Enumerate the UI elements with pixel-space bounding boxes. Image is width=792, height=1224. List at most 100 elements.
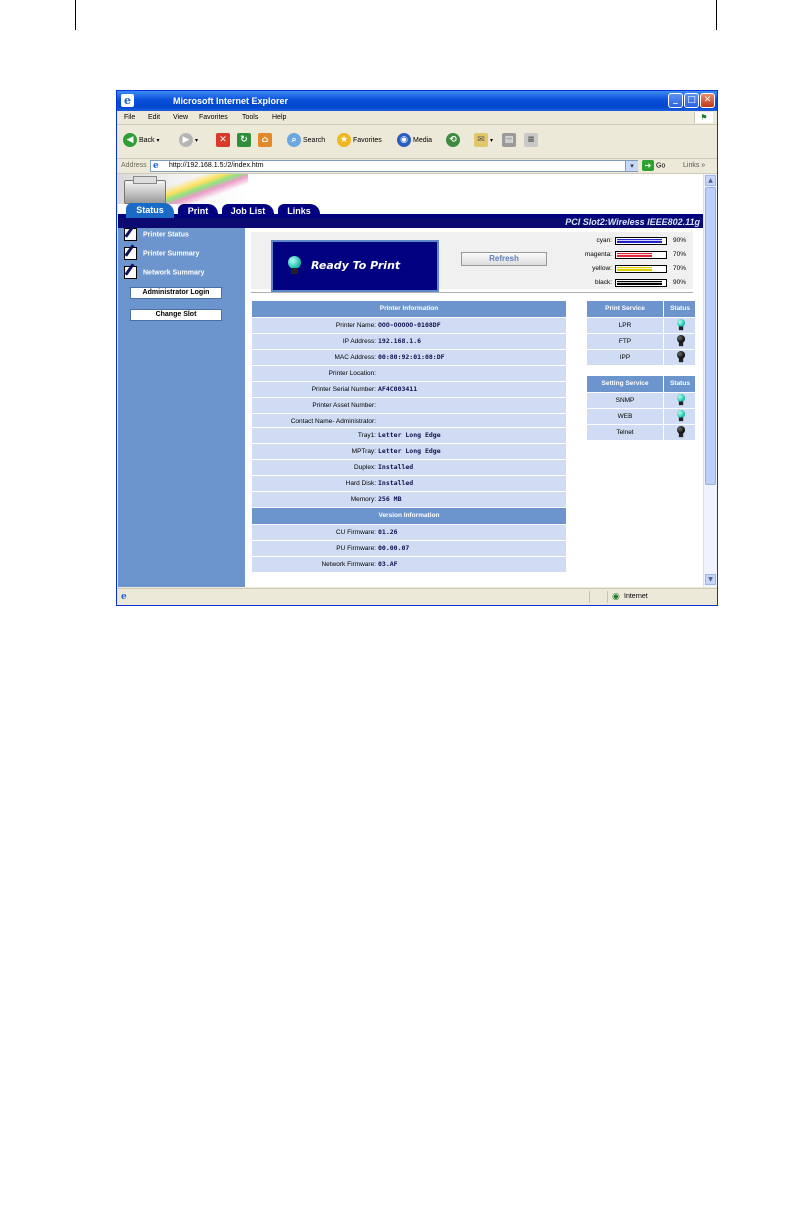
field-label: MAC Address: (334, 354, 376, 361)
menu-file[interactable]: File (124, 113, 135, 122)
administrator-login-button[interactable]: Administrator Login (130, 287, 222, 299)
internet-zone-icon: ◉ (612, 592, 620, 602)
refresh-button[interactable]: Refresh (461, 252, 547, 266)
service-status (663, 425, 696, 440)
status-panel: Ready To Print Refresh cyan: 90% magenta: 7… (251, 232, 693, 292)
setting-service-header: Setting Service Status (587, 376, 695, 393)
toner-fill (617, 253, 652, 257)
stop-button[interactable]: ✕ (216, 132, 232, 150)
menu-edit[interactable]: Edit (148, 113, 160, 122)
toner-bar (615, 237, 667, 245)
field-label: PU Firmware: (336, 545, 376, 552)
field-label: Memory: (350, 496, 376, 503)
service-name: WEB (617, 413, 633, 420)
back-button[interactable]: ◀ Back ▾ (123, 132, 160, 150)
pencil-icon (124, 266, 137, 279)
tab-job-list[interactable]: Job List (222, 204, 274, 218)
printer-info-row: Printer Asset Number: (252, 397, 566, 413)
vertical-scrollbar[interactable]: ▲ ▼ (703, 174, 717, 587)
field-label: CU Firmware: (335, 529, 376, 536)
toner-fill (617, 281, 662, 285)
print-button[interactable]: ▤ (502, 132, 518, 150)
printer-info-row: Printer Location: (252, 365, 566, 381)
close-button[interactable]: ✕ (700, 93, 715, 108)
address-label: Address (121, 162, 147, 169)
bulb-off-icon (677, 335, 686, 347)
title-bar[interactable]: e Microsoft Internet Explorer _ □ ✕ (117, 91, 717, 111)
toner-row: yellow: 70% (563, 262, 703, 276)
scroll-thumb[interactable] (705, 187, 716, 485)
edit-button[interactable]: ≡ (524, 132, 540, 150)
field-value: 192.168.1.6 (378, 337, 422, 345)
field-label: Printer Serial Number: (311, 386, 376, 393)
bulb-on-icon (677, 394, 686, 406)
toner-fill (617, 267, 652, 271)
toner-name: black: (595, 279, 612, 286)
printer-image (124, 176, 166, 204)
minimize-button[interactable]: _ (668, 93, 683, 108)
search-icon: ⌕ (287, 133, 301, 148)
service-name: SNMP (615, 397, 635, 404)
refresh-icon: ↻ (237, 133, 251, 148)
service-status (663, 393, 696, 408)
media-button[interactable]: ◉ Media (397, 132, 432, 150)
toner-bar (615, 279, 667, 287)
sidebar-link-network-summary[interactable]: Network Summary (124, 266, 204, 280)
field-value: 03.AF (378, 560, 398, 568)
tab-print[interactable]: Print (178, 204, 218, 218)
forward-button[interactable]: ▶ ▾ (179, 132, 198, 150)
tab-status[interactable]: Status (126, 203, 174, 218)
field-value: AF4C003411 (378, 385, 418, 393)
go-button[interactable]: ➜ Go (642, 160, 665, 172)
status-bar: e ◉ Internet (117, 588, 717, 605)
field-label: Printer Name: (335, 322, 376, 329)
go-arrow-icon: ➜ (642, 160, 654, 171)
print-service-header: Print Service Status (587, 301, 695, 318)
service-row: LPR (587, 318, 695, 334)
mail-icon: ✉ (474, 133, 488, 148)
version-info-row: CU Firmware: 01.26 (252, 524, 566, 540)
toner-row: black: 90% (563, 276, 703, 290)
tab-links[interactable]: Links (278, 204, 320, 218)
address-dropdown-icon[interactable]: ▾ (625, 161, 638, 171)
sidebar-link-printer-status[interactable]: Printer Status (124, 228, 189, 242)
field-value: Letter Long Edge (378, 431, 441, 439)
home-button[interactable]: ⌂ (258, 132, 274, 150)
service-row: SNMP (587, 393, 695, 409)
field-label: Duplex: (353, 464, 376, 471)
page-content: Status Print Job List Links PCI Slot2:Wi… (118, 174, 703, 587)
menu-tools[interactable]: Tools (242, 113, 258, 122)
menu-favorites[interactable]: Favorites (199, 113, 228, 122)
change-slot-button[interactable]: Change Slot (130, 309, 222, 321)
crop-mark-right (716, 0, 717, 30)
service-row: Telnet (587, 425, 695, 441)
sidebar: Printer Status Printer Summary Network S… (118, 228, 245, 587)
sidebar-link-printer-summary[interactable]: Printer Summary (124, 247, 199, 261)
slot-title: PCI Slot2:Wireless IEEE802.11g (565, 217, 700, 227)
toner-name: magenta: (584, 251, 612, 258)
field-label: Hard Disk: (345, 480, 376, 487)
field-value: Letter Long Edge (378, 447, 441, 455)
scroll-down-icon[interactable]: ▼ (705, 574, 716, 585)
search-button[interactable]: ⌕ Search (287, 132, 325, 150)
history-button[interactable]: ⟲ (446, 132, 462, 150)
mail-button[interactable]: ✉ ▾ (474, 132, 493, 150)
ready-box: Ready To Print (271, 240, 439, 292)
ie-icon: e (121, 94, 134, 107)
favorites-button[interactable]: ★ Favorites (337, 132, 382, 150)
address-input[interactable]: http://192.168.1.5:/2/index.htm (150, 160, 638, 172)
setting-service-table: Setting Service Status SNMP WEB Telnet (587, 376, 695, 441)
toner-bar (615, 251, 667, 259)
scroll-up-icon[interactable]: ▲ (705, 175, 716, 186)
links-button[interactable]: Links » (683, 161, 705, 171)
refresh-page-button[interactable]: ↻ (237, 132, 253, 150)
field-label: Printer Location: (328, 370, 376, 377)
field-label: Printer Asset Number: (312, 402, 376, 409)
menu-help[interactable]: Help (272, 113, 286, 122)
hardware-table: Tray1: Letter Long Edge MPTray: Letter Long… (252, 427, 566, 507)
service-name: LPR (618, 322, 632, 329)
maximize-button[interactable]: □ (684, 93, 699, 108)
menu-view[interactable]: View (173, 113, 188, 122)
toolbar: ◀ Back ▾ ▶ ▾ ✕ ↻ ⌂ ⌕ Search ★ Favorites ◉ Med… (117, 125, 717, 159)
star-icon: ★ (337, 133, 351, 148)
